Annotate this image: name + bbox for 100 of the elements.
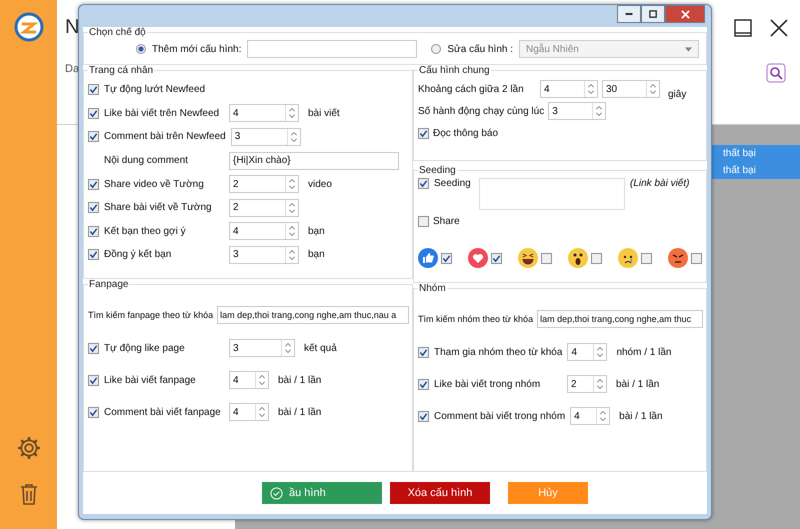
checkbox-label: Tự động like page xyxy=(104,342,186,354)
spinner-arrows-icon[interactable] xyxy=(255,372,268,388)
checkbox[interactable] xyxy=(88,374,99,386)
checkbox[interactable] xyxy=(418,410,429,422)
spinner-arrows-icon[interactable] xyxy=(285,105,298,122)
link-field[interactable] xyxy=(479,178,625,210)
unit-label: bạn xyxy=(307,226,325,237)
spinner-arrows-icon[interactable] xyxy=(285,200,298,216)
angry-face-icon xyxy=(668,248,688,268)
spin-field[interactable]: 3 xyxy=(548,102,606,120)
checkbox-label: Share xyxy=(433,216,460,226)
checkbox[interactable] xyxy=(441,252,452,264)
thumbs-up-icon xyxy=(418,248,438,268)
checkbox[interactable] xyxy=(641,252,652,264)
logo-icon xyxy=(14,12,44,42)
maximize-icon xyxy=(648,10,658,18)
field-label: Khoảng cách giữa 2 lần xyxy=(418,84,525,94)
spinner-arrows-icon[interactable] xyxy=(584,81,597,97)
spin-field[interactable]: 4 xyxy=(540,80,598,98)
checkbox[interactable] xyxy=(88,84,99,96)
spin-field[interactable]: 4 xyxy=(229,222,299,240)
unit-label: nhóm / 1 lần xyxy=(615,346,672,358)
checkbox[interactable] xyxy=(418,378,429,390)
spin-field[interactable]: 30 xyxy=(602,80,660,98)
checkbox[interactable] xyxy=(88,131,99,142)
checkbox-label: Tự động lướt Newfeed xyxy=(104,84,206,96)
spin-field[interactable]: 4 xyxy=(567,343,608,361)
unit-label: kết quả xyxy=(303,342,337,354)
checkbox-label: Comment bài trên Newfeed xyxy=(104,131,226,142)
spin-field[interactable]: 4 xyxy=(229,104,299,122)
spin-field[interactable]: 2 xyxy=(229,175,299,194)
input-field[interactable]: lam dep,thoi trang,cong nghe,am thuc,nau a xyxy=(217,306,410,324)
spin-field[interactable]: 4 xyxy=(229,403,269,421)
spinner-arrows-icon[interactable] xyxy=(593,376,606,392)
checkbox[interactable] xyxy=(691,252,702,264)
settings-icon[interactable] xyxy=(16,435,42,461)
spinner-arrows-icon[interactable] xyxy=(646,81,659,97)
maximize-icon[interactable] xyxy=(734,18,752,36)
checkbox[interactable] xyxy=(418,128,429,138)
unit-label: video xyxy=(307,178,332,190)
save-button[interactable]: ầu hình xyxy=(262,482,382,504)
group-title: Cấu hình chung xyxy=(418,65,491,76)
checkbox-label: Đồng ý kết bạn xyxy=(104,249,172,260)
search-icon[interactable] xyxy=(766,63,786,83)
close-icon xyxy=(680,10,690,18)
maximize-button[interactable] xyxy=(641,5,665,23)
spin-field[interactable]: 4 xyxy=(229,371,269,389)
group-title: Fanpage xyxy=(88,279,130,290)
checkbox[interactable] xyxy=(541,252,552,264)
checkbox-label: Seeding xyxy=(434,178,472,189)
spin-field[interactable]: 3 xyxy=(229,339,295,357)
check-circle-icon xyxy=(270,486,283,500)
radio-button[interactable] xyxy=(136,44,146,54)
unit-label: bài viết xyxy=(307,108,340,119)
close-icon[interactable] xyxy=(770,18,788,36)
close-button[interactable] xyxy=(665,5,705,23)
laughing-face-icon xyxy=(518,248,538,268)
minimize-button[interactable] xyxy=(617,5,641,23)
spin-field[interactable]: 3 xyxy=(230,128,301,146)
spin-field[interactable]: 3 xyxy=(229,246,299,264)
checkbox[interactable] xyxy=(418,216,429,226)
checkbox-label: Kết bạn theo gợi ý xyxy=(104,226,187,237)
spinner-arrows-icon[interactable] xyxy=(281,340,294,356)
checkbox[interactable] xyxy=(88,406,99,418)
field-label: Nội dung comment xyxy=(103,155,189,166)
checkbox[interactable] xyxy=(88,178,99,190)
input-field[interactable]: {Hi|Xin chào} xyxy=(229,152,399,170)
checkbox-label: Tham gia nhóm theo từ khóa xyxy=(434,346,562,358)
input-field[interactable]: lam dep,thoi trang,cong nghe,am thuc xyxy=(537,310,704,328)
spinner-arrows-icon[interactable] xyxy=(285,176,298,192)
checkbox[interactable] xyxy=(491,252,502,264)
field-label: Số hành động chạy cùng lúc xyxy=(418,106,544,116)
spin-field[interactable]: 4 xyxy=(570,407,610,425)
checkbox-label: Comment bài viết trong nhóm xyxy=(434,410,566,422)
spinner-arrows-icon[interactable] xyxy=(285,223,298,240)
spin-field[interactable]: 2 xyxy=(567,375,607,393)
spinner-arrows-icon[interactable] xyxy=(255,404,268,420)
app-title: N xyxy=(65,16,80,39)
checkbox[interactable] xyxy=(591,252,602,264)
unit-label: bài / 1 lần xyxy=(277,374,322,386)
checkbox-label: Like bài viết trên Newfeed xyxy=(104,108,220,119)
delete-button[interactable]: Xóa cấu hình xyxy=(390,482,490,504)
group-title: Nhóm xyxy=(418,283,447,294)
field-label: Tìm kiếm nhóm theo từ khóa xyxy=(418,314,534,324)
checkbox[interactable] xyxy=(418,346,429,358)
unit-label: bài / 1 lần xyxy=(277,406,322,418)
spinner-arrows-icon[interactable] xyxy=(285,246,298,263)
spinner-arrows-icon[interactable] xyxy=(286,128,300,145)
checkbox[interactable] xyxy=(418,178,429,189)
group-title: Seeding xyxy=(418,165,457,176)
input-field[interactable] xyxy=(247,40,418,58)
checkbox[interactable] xyxy=(88,342,99,354)
radio-label: Sửa cấu hình : xyxy=(447,44,513,54)
caret-icon xyxy=(685,46,692,52)
radio-button[interactable] xyxy=(431,44,442,54)
checkbox[interactable] xyxy=(88,108,99,119)
checkbox[interactable] xyxy=(88,249,99,260)
spin-field[interactable]: 2 xyxy=(229,198,299,217)
checkbox[interactable] xyxy=(88,202,99,214)
checkbox[interactable] xyxy=(88,226,99,237)
